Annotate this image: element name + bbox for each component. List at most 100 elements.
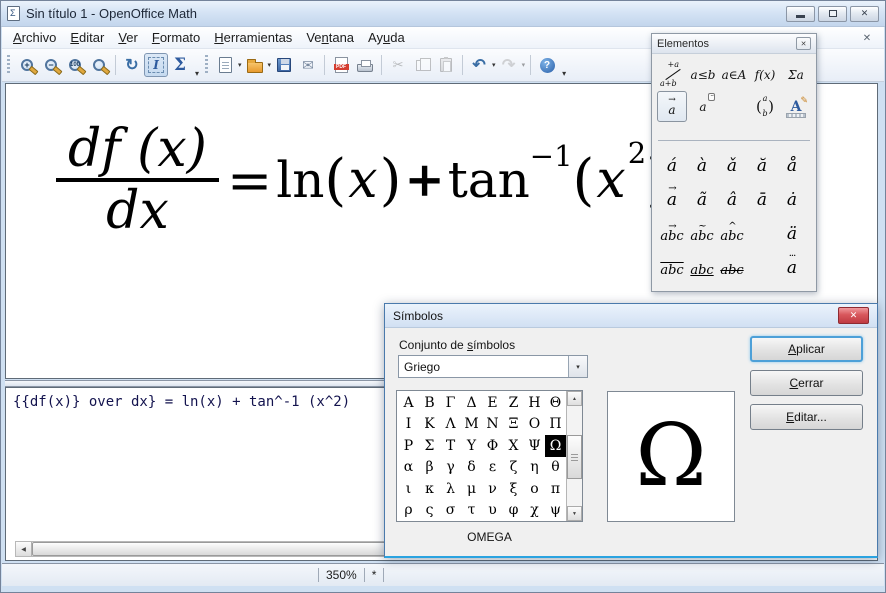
symbol-cell[interactable]: Ε bbox=[482, 392, 503, 414]
toolbar-grip[interactable] bbox=[205, 55, 208, 75]
toolbar-grip[interactable] bbox=[7, 55, 10, 75]
attribute-button[interactable]: abc bbox=[720, 264, 743, 282]
open-button[interactable] bbox=[243, 53, 267, 77]
symbol-cell[interactable]: χ bbox=[524, 500, 545, 522]
attribute-button[interactable]: ã bbox=[697, 192, 707, 214]
category-others[interactable]: a bbox=[688, 91, 718, 122]
symbol-cell[interactable]: Α bbox=[398, 392, 419, 414]
symbol-cell[interactable]: Δ bbox=[461, 392, 482, 414]
zoom-button[interactable] bbox=[87, 53, 111, 77]
minimize-button[interactable] bbox=[786, 6, 815, 22]
symbol-cell[interactable]: ε bbox=[482, 457, 503, 479]
toolbar-overflow-button[interactable]: ▾ bbox=[195, 69, 199, 81]
category-attributes[interactable]: →a bbox=[657, 91, 687, 122]
category-operators[interactable]: Σa bbox=[781, 59, 811, 90]
symbol-cell[interactable]: Τ bbox=[440, 435, 461, 457]
paste-button[interactable] bbox=[434, 53, 458, 77]
symbol-cell[interactable]: μ bbox=[461, 478, 482, 500]
symbol-cell[interactable]: Υ bbox=[461, 435, 482, 457]
menu-item[interactable]: Herramientas bbox=[207, 27, 299, 48]
symbol-cell[interactable]: Π bbox=[545, 414, 566, 436]
attribute-button[interactable]: â bbox=[727, 192, 737, 214]
symbol-cell[interactable]: ρ bbox=[398, 500, 419, 522]
attribute-button[interactable]: ȧ bbox=[787, 192, 797, 214]
symbol-cell[interactable]: Κ bbox=[419, 414, 440, 436]
symbol-cell[interactable]: γ bbox=[440, 457, 461, 479]
symbol-cell[interactable]: ζ bbox=[503, 457, 524, 479]
redo-button[interactable]: ↷ bbox=[497, 53, 521, 77]
attribute-button[interactable]: ^abc bbox=[720, 224, 743, 248]
symbol-cell[interactable]: α bbox=[398, 457, 419, 479]
help-button[interactable]: ? bbox=[535, 53, 559, 77]
attribute-button[interactable]: á bbox=[667, 158, 677, 180]
apply-button[interactable]: Aplicar bbox=[750, 336, 863, 362]
symbol-cell[interactable]: Ρ bbox=[398, 435, 419, 457]
category-relations[interactable]: a≤b bbox=[688, 59, 718, 90]
symbol-cell[interactable]: λ bbox=[440, 478, 461, 500]
symbol-cell[interactable]: Χ bbox=[503, 435, 524, 457]
elements-panel-titlebar[interactable]: Elementos ✕ bbox=[652, 34, 816, 54]
attribute-button[interactable]: å bbox=[787, 158, 797, 180]
open-dropdown[interactable]: ▾ bbox=[268, 61, 272, 69]
attribute-button[interactable]: ···a bbox=[787, 254, 797, 282]
symbol-cell[interactable]: Σ bbox=[419, 435, 440, 457]
symbol-cell[interactable]: ν bbox=[482, 478, 503, 500]
symbol-cell[interactable]: Ο bbox=[524, 414, 545, 436]
symbol-cell[interactable]: ς bbox=[419, 500, 440, 522]
symbol-cell[interactable]: Ζ bbox=[503, 392, 524, 414]
attribute-button[interactable]: ā bbox=[757, 192, 767, 214]
cut-button[interactable]: ✂ bbox=[386, 53, 410, 77]
category-unary-binary-operators[interactable]: +aa+b bbox=[657, 59, 683, 90]
attribute-button[interactable]: ä bbox=[787, 226, 797, 248]
undo-dropdown[interactable]: ▾ bbox=[492, 61, 496, 69]
formula-cursor-button[interactable]: I bbox=[144, 53, 168, 77]
symbol-cell[interactable]: Ξ bbox=[503, 414, 524, 436]
zoom-out-button[interactable]: − bbox=[39, 53, 63, 77]
symbol-cell[interactable]: κ bbox=[419, 478, 440, 500]
email-button[interactable]: ✉ bbox=[296, 53, 320, 77]
attribute-button[interactable]: à bbox=[697, 158, 707, 180]
symbol-cell[interactable]: ξ bbox=[503, 478, 524, 500]
menu-item[interactable]: Ayuda bbox=[361, 27, 412, 48]
category-functions[interactable]: f(x) bbox=[750, 59, 780, 90]
menu-item[interactable]: Ventana bbox=[299, 27, 361, 48]
symbol-cell[interactable]: Ω bbox=[545, 435, 566, 457]
symbol-cell[interactable]: ο bbox=[524, 478, 545, 500]
toolbar-overflow-button[interactable]: ▾ bbox=[562, 69, 566, 81]
update-button[interactable]: ↻ bbox=[120, 53, 144, 77]
scrollbar-thumb[interactable] bbox=[567, 435, 582, 479]
symbol-cell[interactable]: Ι bbox=[398, 414, 419, 436]
symbol-cell[interactable]: Φ bbox=[482, 435, 503, 457]
symbol-cell[interactable]: Ν bbox=[482, 414, 503, 436]
edit-button[interactable]: Editar... bbox=[750, 404, 863, 430]
category-set-operations[interactable]: a∈A bbox=[719, 59, 749, 90]
symbols-dialog-close-button[interactable]: ✕ bbox=[838, 307, 869, 324]
symbol-cell[interactable]: β bbox=[419, 457, 440, 479]
menu-item[interactable]: Formato bbox=[145, 27, 207, 48]
symbols-dialog-titlebar[interactable]: Símbolos ✕ bbox=[385, 304, 877, 328]
save-button[interactable] bbox=[272, 53, 296, 77]
scroll-down-icon[interactable]: ▼ bbox=[567, 506, 582, 521]
symbol-cell[interactable]: φ bbox=[503, 500, 524, 522]
symbol-grid-scrollbar[interactable]: ▲ ▼ bbox=[566, 391, 582, 521]
symbol-cell[interactable]: δ bbox=[461, 457, 482, 479]
new-document-button[interactable] bbox=[213, 53, 237, 77]
symbol-cell[interactable]: Β bbox=[419, 392, 440, 414]
attribute-button[interactable]: ă bbox=[757, 158, 767, 180]
menu-item[interactable]: Archivo bbox=[6, 27, 63, 48]
zoom-level[interactable]: 350% bbox=[319, 568, 364, 582]
redo-dropdown[interactable]: ▾ bbox=[522, 61, 526, 69]
symbol-cell[interactable]: Η bbox=[524, 392, 545, 414]
undo-button[interactable]: ↶ bbox=[467, 53, 491, 77]
elements-toggle-button[interactable]: Σ bbox=[168, 53, 192, 77]
attribute-button[interactable]: →abc bbox=[660, 224, 683, 248]
attribute-button[interactable]: abc bbox=[660, 264, 683, 282]
scroll-left-icon[interactable]: ◀ bbox=[16, 542, 32, 556]
symbol-cell[interactable]: π bbox=[545, 478, 566, 500]
symbol-cell[interactable]: σ bbox=[440, 500, 461, 522]
symbol-cell[interactable]: ι bbox=[398, 478, 419, 500]
command-text[interactable]: {{df(x)} over dx} = ln(x) + tan^-1 (x^2) bbox=[13, 394, 350, 410]
symbol-cell[interactable]: Θ bbox=[545, 392, 566, 414]
symbol-cell[interactable]: υ bbox=[482, 500, 503, 522]
app-icon[interactable] bbox=[7, 6, 20, 21]
